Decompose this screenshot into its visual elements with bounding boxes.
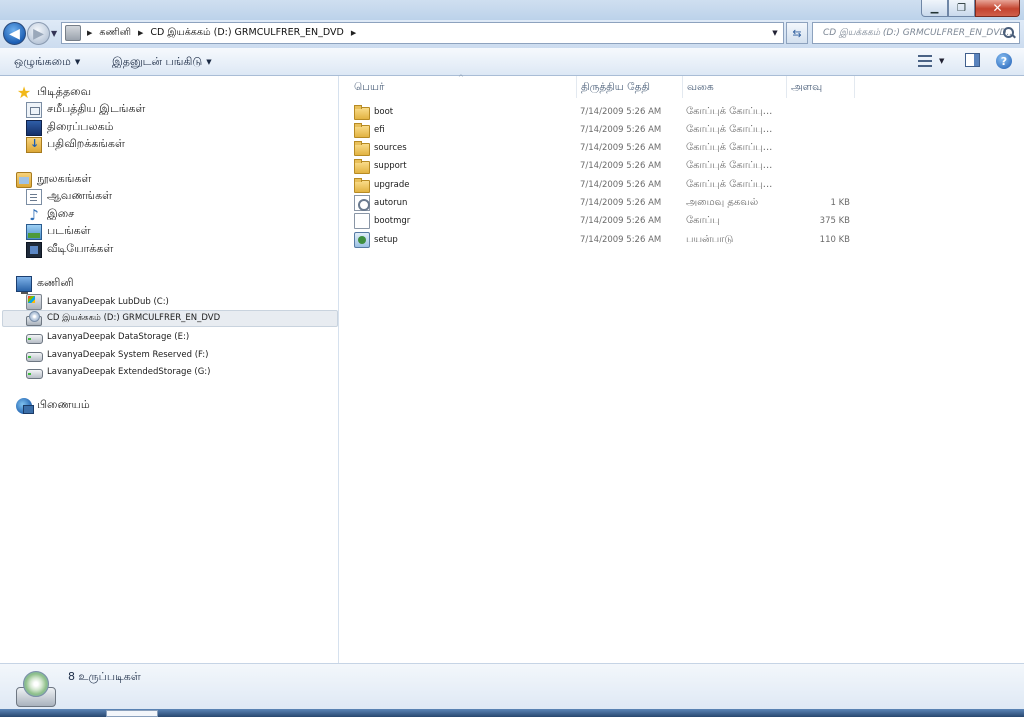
breadcrumb-separator-icon[interactable]: ▶	[135, 29, 146, 37]
item-count: 8 உருப்படிகள்	[68, 670, 141, 683]
explorer-window: ▁ ❐ ✕ ◀ ▶ ▼ ▶ கணினி ▶ CD இயக்ககம் (D:) G…	[0, 0, 1024, 717]
refresh-button[interactable]: ⇆	[786, 22, 808, 44]
nav-drive-e[interactable]: LavanyaDeepak DataStorage (E:)	[26, 328, 189, 345]
breadcrumb-computer[interactable]: கணினி	[95, 27, 135, 39]
nav-pictures[interactable]: படங்கள்	[26, 223, 91, 240]
table-row[interactable]: sources 7/14/2009 5:26 AM கோப்புக் கோப்ப…	[354, 139, 854, 157]
folder-icon	[354, 104, 370, 120]
change-view-button[interactable]	[918, 54, 932, 68]
table-row[interactable]: bootmgr 7/14/2009 5:26 AM கோப்பு 375 KB	[354, 212, 854, 230]
file-list: பெயர் ^ திருத்திய தேதி வகை அளவு boot 7/1…	[340, 74, 1024, 663]
nav-favorites[interactable]: ★ பிடித்தவை	[16, 84, 91, 101]
pictures-icon	[26, 223, 42, 240]
window-controls: ▁ ❐ ✕	[921, 0, 1020, 17]
chevron-down-icon: ▼	[206, 58, 212, 66]
cd-drive-icon	[14, 669, 56, 709]
music-icon: ♪	[29, 205, 39, 224]
recent-places-icon	[26, 101, 42, 118]
details-pane: 8 உருப்படிகள்	[0, 663, 1024, 709]
breadcrumb-separator-icon[interactable]: ▶	[84, 29, 95, 37]
organize-label: ஒழுங்கமை	[14, 55, 71, 68]
address-bar[interactable]: ▶ கணினி ▶ CD இயக்ககம் (D:) GRMCULFRER_EN…	[61, 22, 784, 44]
hard-drive-icon	[26, 347, 43, 363]
close-button[interactable]: ✕	[975, 0, 1020, 17]
folder-icon	[354, 122, 370, 138]
back-button[interactable]: ◀	[3, 22, 26, 45]
minimize-button[interactable]: ▁	[921, 0, 948, 17]
share-with-button[interactable]: இதனுடன் பங்கிடு ▼	[112, 55, 212, 70]
column-header-size[interactable]: அளவு	[787, 76, 855, 98]
taskbar	[0, 709, 1024, 717]
address-dropdown-icon[interactable]: ▼	[767, 23, 783, 43]
cd-drive-icon	[26, 310, 42, 327]
cd-drive-icon	[65, 25, 81, 41]
nav-computer[interactable]: கணினி	[16, 275, 74, 294]
nav-libraries[interactable]: நூலகங்கள்	[16, 171, 91, 188]
table-row[interactable]: setup 7/14/2009 5:26 AM பயன்பாடு 110 KB	[354, 231, 854, 249]
setup-info-icon	[354, 195, 370, 211]
help-button[interactable]: ?	[996, 53, 1012, 69]
breadcrumb-cd-drive[interactable]: CD இயக்ககம் (D:) GRMCULFRER_EN_DVD	[146, 27, 347, 39]
application-icon	[354, 232, 370, 248]
hard-drive-icon	[26, 329, 43, 345]
computer-icon	[16, 275, 32, 294]
nav-downloads[interactable]: பதிவிறக்கங்கள்	[26, 136, 125, 153]
star-icon: ★	[16, 82, 32, 102]
os-drive-icon	[26, 293, 42, 310]
forward-button[interactable]: ▶	[27, 22, 50, 45]
taskbar-explorer-button[interactable]	[106, 710, 158, 717]
column-header-type[interactable]: வகை	[683, 76, 787, 98]
libraries-icon	[16, 171, 32, 188]
folder-icon	[354, 140, 370, 156]
table-row[interactable]: autorun 7/14/2009 5:26 AM அமைவு தகவல் 1 …	[354, 194, 854, 212]
hard-drive-icon	[26, 364, 43, 380]
nav-documents[interactable]: ஆவணங்கள்	[26, 188, 112, 205]
table-row[interactable]: boot 7/14/2009 5:26 AM கோப்புக் கோப்பு..…	[354, 103, 854, 121]
nav-drive-g[interactable]: LavanyaDeepak ExtendedStorage (G:)	[26, 363, 210, 380]
documents-icon	[26, 188, 42, 205]
folder-icon	[354, 158, 370, 174]
view-options-dropdown-icon[interactable]: ▼	[939, 57, 944, 65]
nav-music[interactable]: ♪ இசை	[26, 206, 74, 223]
table-row[interactable]: upgrade 7/14/2009 5:26 AM கோப்புக் கோப்ப…	[354, 176, 854, 194]
preview-pane-button[interactable]	[965, 53, 980, 67]
sort-ascending-icon: ^	[458, 74, 464, 82]
search-placeholder: CD இயக்ககம் (D:) GRMCULFRER_EN_DVD...	[823, 27, 1016, 38]
breadcrumb-separator-icon[interactable]: ▶	[348, 29, 359, 37]
nav-videos[interactable]: வீடியோக்கள்	[26, 241, 113, 258]
nav-drive-d[interactable]: CD இயக்ககம் (D:) GRMCULFRER_EN_DVD	[2, 310, 338, 327]
table-row[interactable]: support 7/14/2009 5:26 AM கோப்புக் கோப்ப…	[354, 157, 854, 175]
maximize-button[interactable]: ❐	[948, 0, 975, 17]
nav-desktop[interactable]: திரைப்பலகம்	[26, 119, 114, 136]
nav-drive-f[interactable]: LavanyaDeepak System Reserved (F:)	[26, 346, 208, 363]
navigation-bar: ◀ ▶ ▼ ▶ கணினி ▶ CD இயக்ககம் (D:) GRMCULF…	[0, 20, 1024, 48]
table-row[interactable]: efi 7/14/2009 5:26 AM கோப்புக் கோப்பு...	[354, 121, 854, 139]
search-input[interactable]: CD இயக்ககம் (D:) GRMCULFRER_EN_DVD...	[812, 22, 1020, 44]
history-dropdown-icon[interactable]: ▼	[51, 29, 57, 38]
title-bar[interactable]: ▁ ❐ ✕	[0, 0, 1024, 20]
desktop-icon	[26, 119, 42, 136]
search-icon[interactable]	[1002, 26, 1016, 40]
network-icon	[16, 397, 34, 414]
organize-button[interactable]: ஒழுங்கமை ▼	[14, 55, 80, 70]
column-header-name[interactable]: பெயர் ^	[340, 74, 577, 98]
videos-icon	[26, 241, 42, 258]
share-with-label: இதனுடன் பங்கிடு	[112, 55, 203, 68]
chevron-down-icon: ▼	[74, 58, 81, 66]
folder-icon	[354, 177, 370, 193]
nav-drive-c[interactable]: LavanyaDeepak LubDub (C:)	[26, 293, 169, 310]
command-bar: ஒழுங்கமை ▼ இதனுடன் பங்கிடு ▼ ▼ ?	[0, 48, 1024, 76]
file-icon	[354, 213, 370, 229]
column-header-date-modified[interactable]: திருத்திய தேதி	[577, 76, 683, 98]
nav-recent-places[interactable]: சமீபத்திய இடங்கள்	[26, 101, 145, 118]
downloads-icon	[26, 136, 42, 153]
navigation-pane: ★ பிடித்தவை சமீபத்திய இடங்கள் திரைப்பலகம…	[0, 76, 339, 663]
nav-network[interactable]: பிணையம்	[16, 397, 90, 414]
